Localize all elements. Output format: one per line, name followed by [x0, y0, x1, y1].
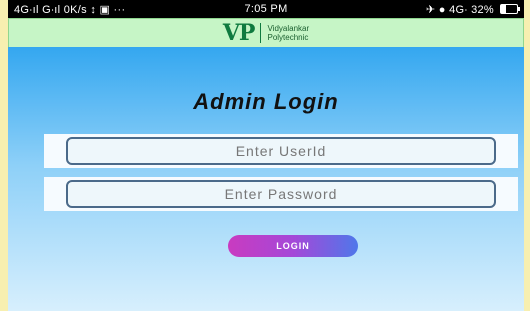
app-bar: VP Vidyalankar Polytechnic	[8, 18, 524, 48]
status-time: 7:05 PM	[244, 3, 288, 15]
userid-field-container	[44, 134, 518, 168]
password-input[interactable]	[66, 180, 496, 208]
logo-text: Vidyalankar Polytechnic	[267, 24, 309, 42]
logo-mark: VP	[222, 20, 256, 46]
left-background-edge	[0, 0, 8, 311]
college-logo: VP Vidyalankar Polytechnic	[223, 20, 309, 46]
login-button[interactable]: LOGIN	[228, 235, 358, 257]
password-field-container	[44, 177, 518, 211]
status-bar: 4G∙ıl G∙ıl 0K/s ↕ ▣ ··· 7:05 PM ✈ ● 4G∙ …	[8, 0, 524, 18]
page-title: Admin Login	[193, 89, 339, 114]
status-right-text: ✈ ● 4G∙ 32%	[425, 3, 494, 16]
login-screen: Admin Login LOGIN	[8, 47, 524, 311]
network-status-text: 4G∙ıl G∙ıl 0K/s ↕ ▣ ···	[14, 3, 126, 16]
battery-icon	[500, 4, 520, 14]
logo-divider	[260, 23, 262, 43]
logo-line-2: Polytechnic	[267, 33, 309, 42]
userid-input[interactable]	[66, 137, 496, 165]
logo-line-1: Vidyalankar	[267, 24, 310, 33]
status-left-indicators: 4G∙ıl G∙ıl 0K/s ↕ ▣ ···	[8, 3, 125, 16]
battery-fill	[501, 5, 507, 13]
right-background-edge	[524, 0, 530, 311]
status-right-indicators: ✈ ● 4G∙ 32%	[426, 3, 524, 16]
